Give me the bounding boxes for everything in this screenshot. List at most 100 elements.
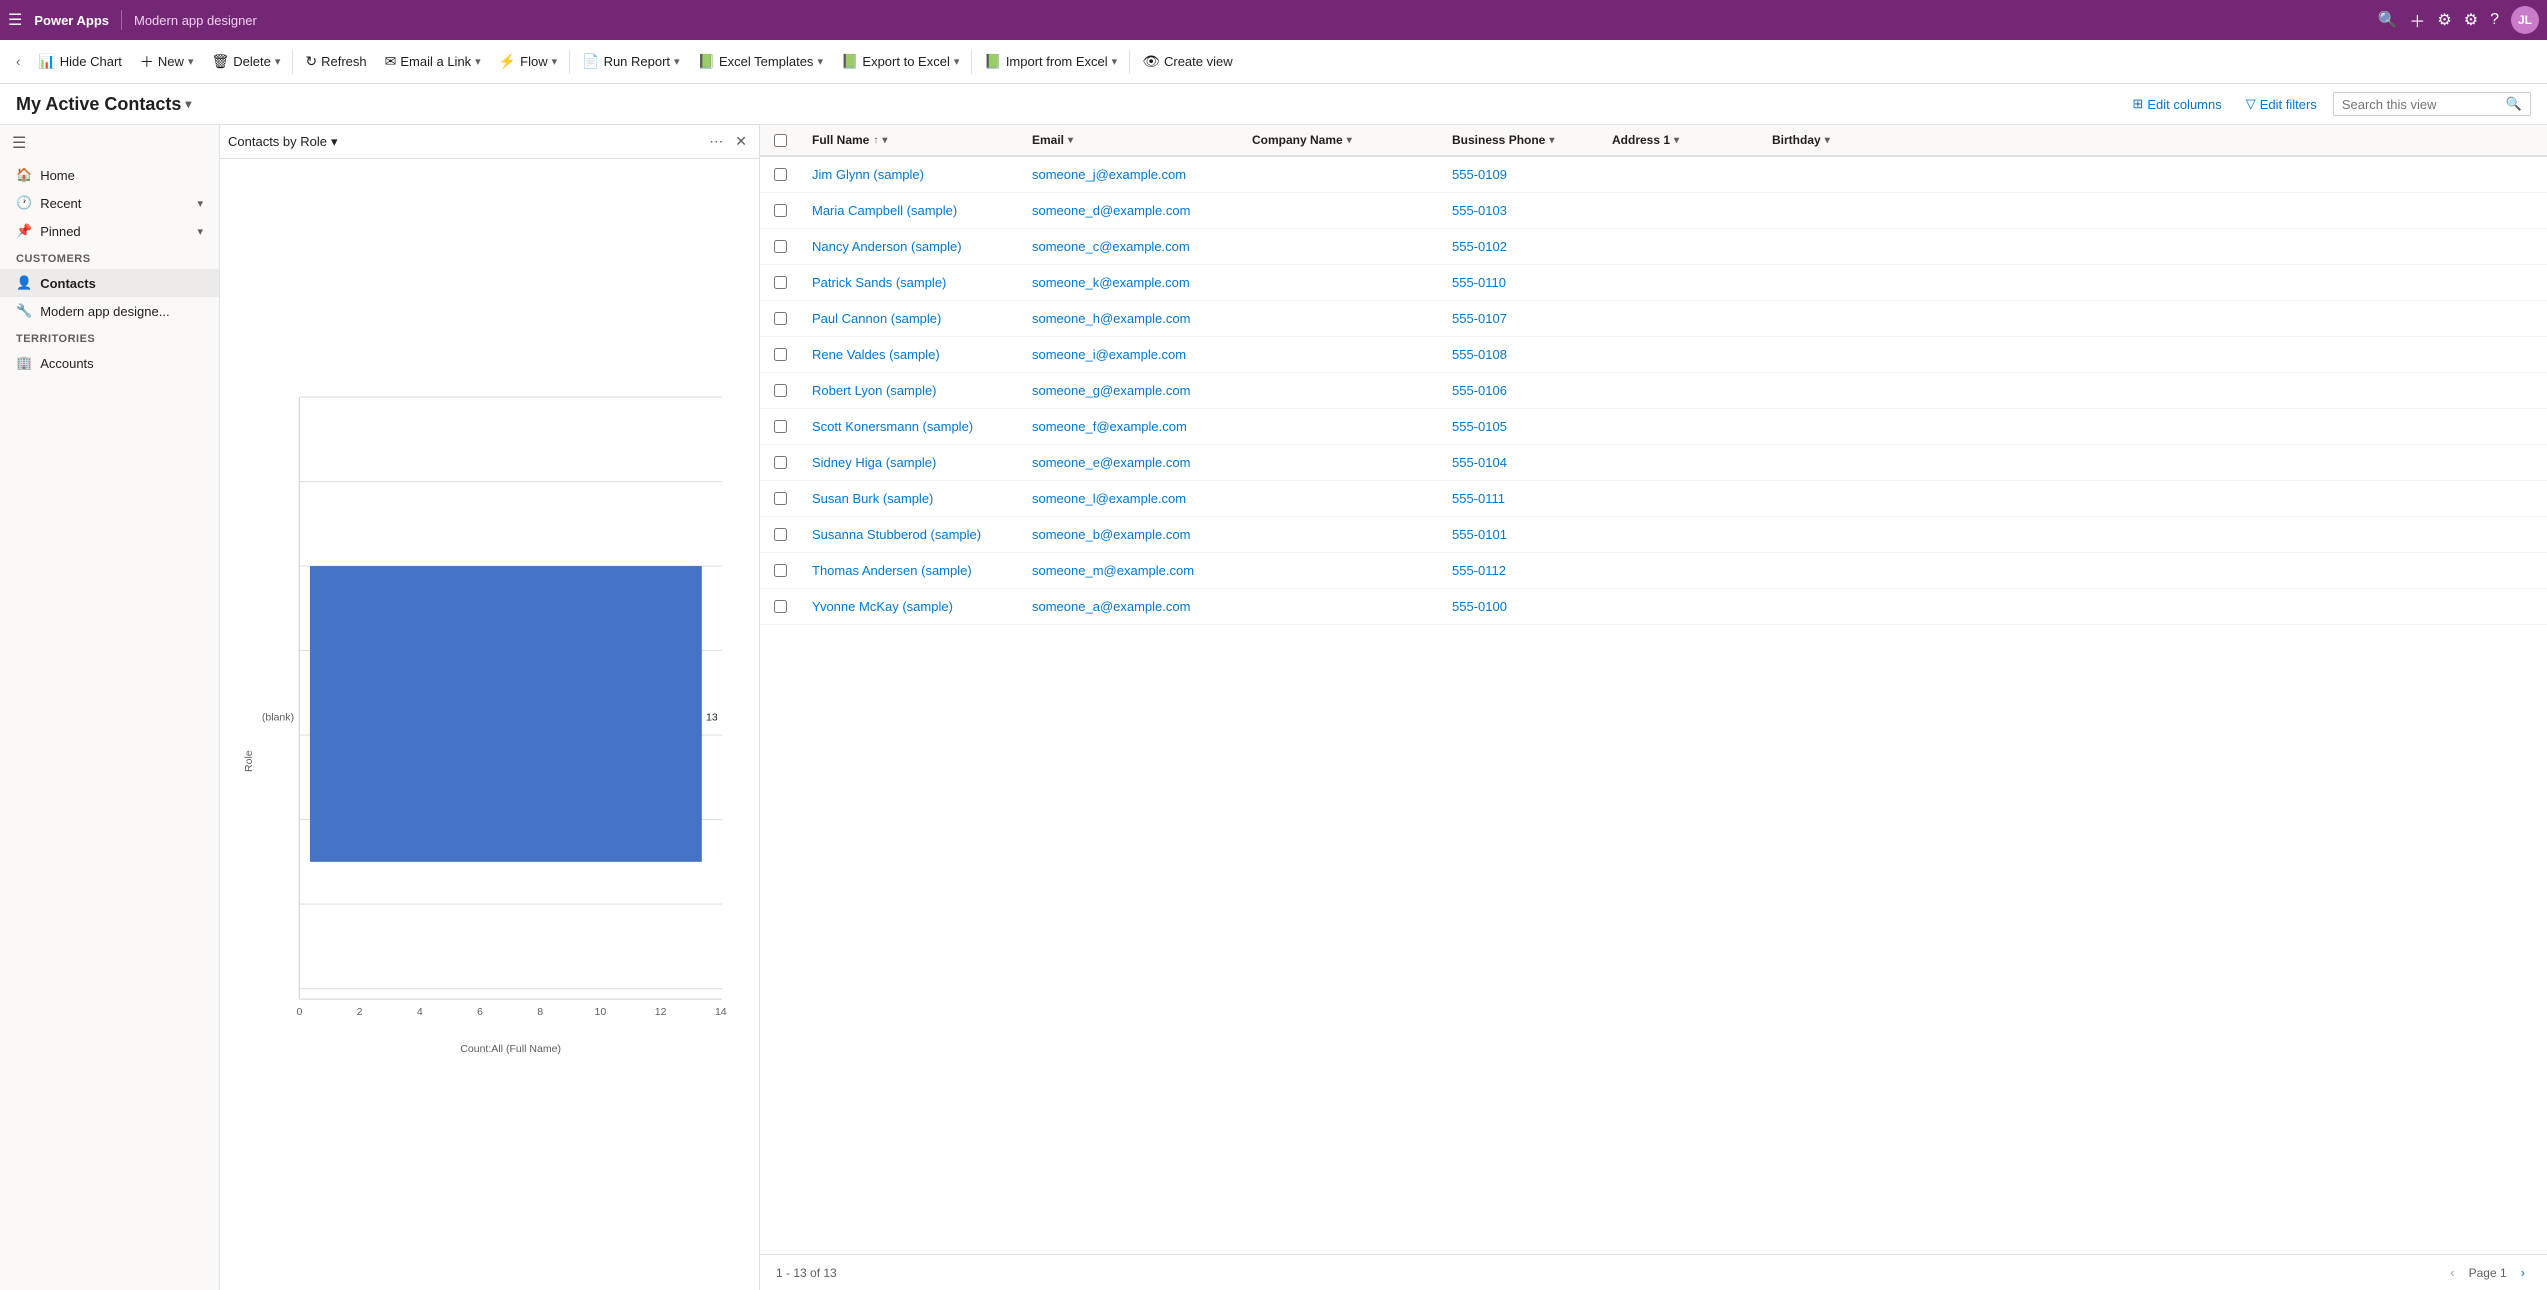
row-checkbox-1[interactable] — [760, 198, 800, 223]
cell-email-11[interactable]: someone_m@example.com — [1020, 557, 1240, 584]
help-icon[interactable]: ? — [2490, 11, 2499, 29]
cell-fullname-12[interactable]: Yvonne McKay (sample) — [800, 593, 1020, 620]
delete-button[interactable]: 🗑 Delete ▾ — [203, 49, 288, 74]
hamburger-icon[interactable]: ☰ — [8, 10, 22, 30]
refresh-button[interactable]: ↻ Refresh — [297, 49, 374, 74]
col-header-company[interactable]: Company Name ▾ — [1240, 125, 1440, 155]
chart-more-button[interactable]: ⋯ — [705, 131, 727, 152]
cell-fullname-8[interactable]: Sidney Higa (sample) — [800, 449, 1020, 476]
search-input[interactable] — [2342, 97, 2502, 112]
cell-fullname-5[interactable]: Rene Valdes (sample) — [800, 341, 1020, 368]
cell-email-6[interactable]: someone_g@example.com — [1020, 377, 1240, 404]
sidebar-item-recent[interactable]: 🕐 Recent ▾ — [0, 189, 219, 217]
view-title-dropdown-icon[interactable]: ▾ — [185, 97, 191, 111]
avatar[interactable]: JL — [2511, 6, 2539, 34]
sidebar-item-accounts[interactable]: 🏢 Accounts — [0, 349, 219, 377]
col-header-birthday[interactable]: Birthday ▾ — [1760, 125, 1860, 155]
cell-fullname-7[interactable]: Scott Konersmann (sample) — [800, 413, 1020, 440]
cell-email-3[interactable]: someone_k@example.com — [1020, 269, 1240, 296]
cell-email-1[interactable]: someone_d@example.com — [1020, 197, 1240, 224]
fullname-filter-icon[interactable]: ▾ — [882, 135, 887, 146]
row-checkbox-6[interactable] — [760, 378, 800, 403]
chart-bar[interactable] — [310, 566, 702, 862]
search-box[interactable]: 🔍 — [2333, 92, 2531, 116]
pinned-expand-icon[interactable]: ▾ — [197, 225, 203, 238]
export-dropdown-icon[interactable]: ▾ — [954, 55, 960, 68]
row-checkbox-8[interactable] — [760, 450, 800, 475]
back-button[interactable]: ‹ — [8, 50, 28, 73]
col-header-fullname[interactable]: Full Name ↑ ▾ — [800, 125, 1020, 155]
report-dropdown-icon[interactable]: ▾ — [674, 55, 680, 68]
excel-templates-button[interactable]: 📗 Excel Templates ▾ — [690, 49, 831, 74]
row-checkbox-3[interactable] — [760, 270, 800, 295]
row-checkbox-9[interactable] — [760, 486, 800, 511]
sidebar-item-modern-app[interactable]: 🔧 Modern app designe... — [0, 297, 219, 325]
cell-fullname-11[interactable]: Thomas Andersen (sample) — [800, 557, 1020, 584]
cell-email-7[interactable]: someone_f@example.com — [1020, 413, 1240, 440]
flow-dropdown-icon[interactable]: ▾ — [552, 55, 558, 68]
prev-page-button[interactable]: ‹ — [2444, 1263, 2460, 1282]
col-header-phone[interactable]: Business Phone ▾ — [1440, 125, 1600, 155]
import-dropdown-icon[interactable]: ▾ — [1112, 55, 1118, 68]
email-filter-icon[interactable]: ▾ — [1068, 135, 1073, 146]
birthday-filter-icon[interactable]: ▾ — [1825, 135, 1830, 146]
delete-dropdown-icon[interactable]: ▾ — [275, 55, 281, 68]
export-excel-button[interactable]: 📗 Export to Excel ▾ — [833, 49, 967, 74]
phone-filter-icon[interactable]: ▾ — [1549, 135, 1554, 146]
cell-email-8[interactable]: someone_e@example.com — [1020, 449, 1240, 476]
chart-title-button[interactable]: Contacts by Role ▾ — [228, 134, 338, 150]
cell-email-4[interactable]: someone_h@example.com — [1020, 305, 1240, 332]
settings-icon[interactable]: ⚙ — [2464, 10, 2478, 30]
hide-chart-button[interactable]: 📊 Hide Chart — [30, 49, 130, 74]
row-checkbox-12[interactable] — [760, 594, 800, 619]
row-checkbox-0[interactable] — [760, 162, 800, 187]
row-checkbox-11[interactable] — [760, 558, 800, 583]
cell-fullname-6[interactable]: Robert Lyon (sample) — [800, 377, 1020, 404]
row-checkbox-2[interactable] — [760, 234, 800, 259]
import-excel-button[interactable]: 📗 Import from Excel ▾ — [976, 49, 1125, 74]
cell-email-0[interactable]: someone_j@example.com — [1020, 161, 1240, 188]
run-report-button[interactable]: 📄 Run Report ▾ — [574, 49, 687, 74]
sidebar-item-contacts[interactable]: 👤 Contacts — [0, 269, 219, 297]
col-header-email[interactable]: Email ▾ — [1020, 125, 1240, 155]
next-page-button[interactable]: › — [2515, 1263, 2531, 1282]
col-header-address[interactable]: Address 1 ▾ — [1600, 125, 1760, 155]
cell-fullname-2[interactable]: Nancy Anderson (sample) — [800, 233, 1020, 260]
search-submit-icon[interactable]: 🔍 — [2506, 96, 2522, 112]
excel-dropdown-icon[interactable]: ▾ — [817, 55, 823, 68]
email-link-button[interactable]: ✉ Email a Link ▾ — [377, 49, 489, 74]
select-all-checkbox[interactable] — [760, 126, 800, 155]
row-checkbox-5[interactable] — [760, 342, 800, 367]
cell-fullname-1[interactable]: Maria Campbell (sample) — [800, 197, 1020, 224]
company-filter-icon[interactable]: ▾ — [1347, 135, 1352, 146]
sidebar-item-pinned[interactable]: 📌 Pinned ▾ — [0, 217, 219, 245]
cell-email-12[interactable]: someone_a@example.com — [1020, 593, 1240, 620]
row-checkbox-4[interactable] — [760, 306, 800, 331]
cell-fullname-4[interactable]: Paul Cannon (sample) — [800, 305, 1020, 332]
create-view-button[interactable]: 👁 Create view — [1134, 49, 1240, 74]
cell-email-10[interactable]: someone_b@example.com — [1020, 521, 1240, 548]
cell-email-5[interactable]: someone_i@example.com — [1020, 341, 1240, 368]
cell-fullname-9[interactable]: Susan Burk (sample) — [800, 485, 1020, 512]
sidebar-item-home[interactable]: 🏠 Home — [0, 161, 219, 189]
new-dropdown-icon[interactable]: ▾ — [188, 55, 194, 68]
filter-icon[interactable]: ⚙ — [2437, 10, 2451, 30]
edit-filters-button[interactable]: ▽ Edit filters — [2238, 92, 2325, 116]
new-button[interactable]: ＋ New ▾ — [132, 48, 202, 76]
sidebar-toggle[interactable]: ☰ — [0, 125, 219, 161]
cell-email-9[interactable]: someone_l@example.com — [1020, 485, 1240, 512]
cell-fullname-0[interactable]: Jim Glynn (sample) — [800, 161, 1020, 188]
cell-fullname-3[interactable]: Patrick Sands (sample) — [800, 269, 1020, 296]
cell-fullname-10[interactable]: Susanna Stubberod (sample) — [800, 521, 1020, 548]
email-dropdown-icon[interactable]: ▾ — [475, 55, 481, 68]
cell-email-2[interactable]: someone_c@example.com — [1020, 233, 1240, 260]
chart-close-button[interactable]: ✕ — [731, 131, 751, 152]
recent-expand-icon[interactable]: ▾ — [197, 197, 203, 210]
flow-button[interactable]: ⚡ Flow ▾ — [491, 49, 565, 74]
search-icon[interactable]: 🔍 — [2377, 10, 2397, 30]
row-checkbox-7[interactable] — [760, 414, 800, 439]
row-checkbox-10[interactable] — [760, 522, 800, 547]
header-checkbox[interactable] — [774, 134, 787, 147]
edit-columns-button[interactable]: ⊞ Edit columns — [2124, 92, 2229, 116]
address-filter-icon[interactable]: ▾ — [1674, 135, 1679, 146]
